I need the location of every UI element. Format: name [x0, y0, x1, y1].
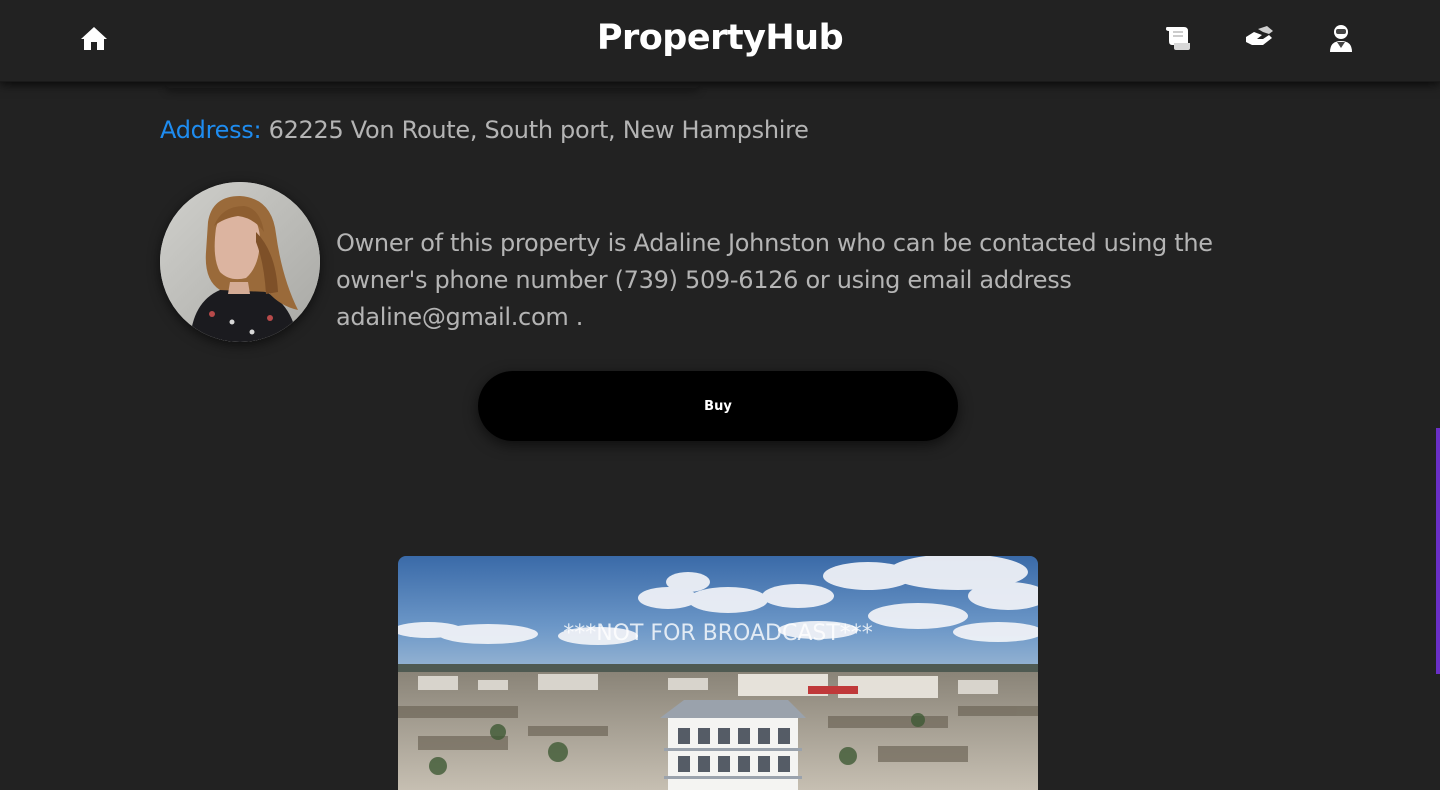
owner-contact-text: Owner of this property is Adaline Johnst… — [336, 229, 1213, 331]
address-value: 62225 Von Route, South port, New Hampshi… — [261, 116, 809, 144]
property-address: Address: 62225 Von Route, South port, Ne… — [160, 116, 809, 144]
top-navbar: PropertyHub — [0, 0, 1440, 82]
profile-icon[interactable] — [1325, 22, 1357, 54]
collapsed-panel-shadow — [165, 82, 700, 88]
address-label: Address: — [160, 116, 262, 144]
image-watermark: ***NOT FOR BROADCAST*** — [563, 621, 873, 646]
owner-avatar — [160, 182, 320, 342]
brand-title: PropertyHub — [596, 18, 844, 58]
scrollbar-accent[interactable] — [1436, 428, 1440, 674]
buy-button[interactable]: Buy — [478, 371, 958, 441]
home-icon[interactable] — [78, 22, 110, 54]
listings-icon[interactable] — [1162, 22, 1194, 54]
property-photo: ***NOT FOR BROADCAST*** — [398, 556, 1038, 790]
deals-icon[interactable] — [1243, 22, 1275, 54]
